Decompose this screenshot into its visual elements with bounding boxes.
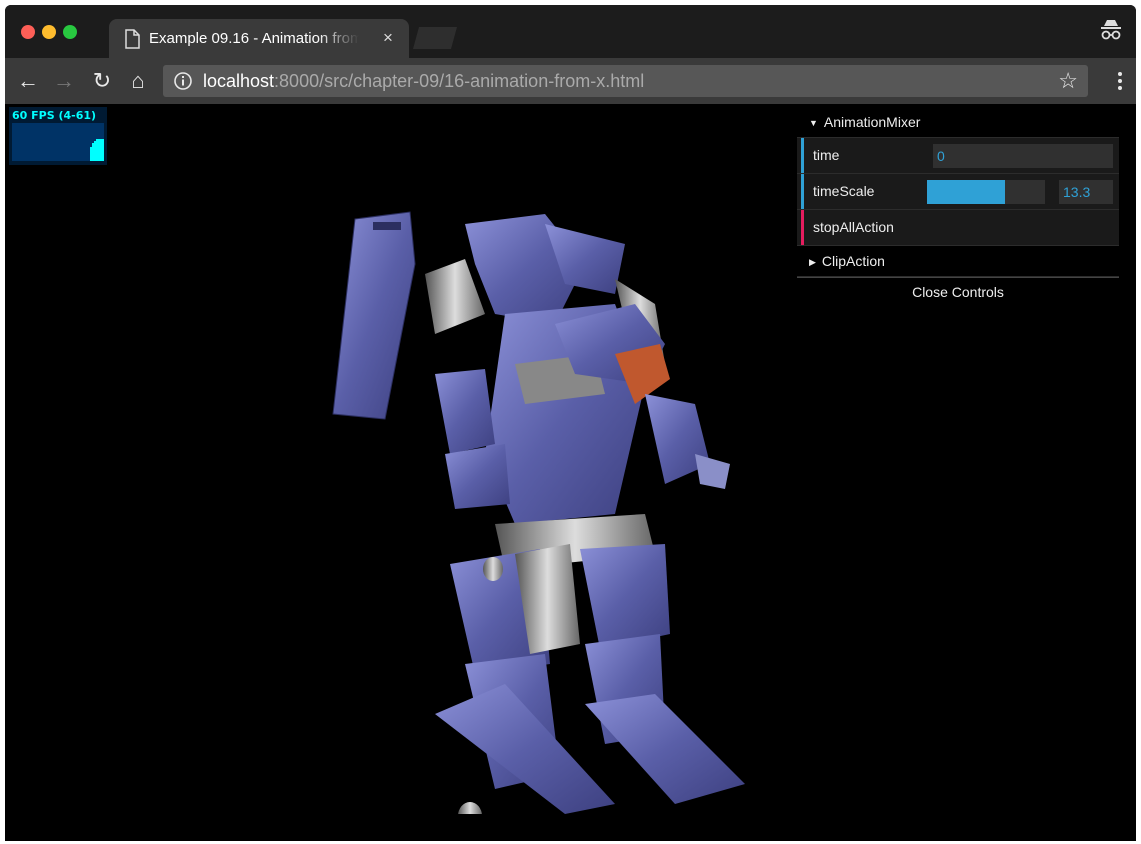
browser-toolbar: ← → ↻ ⌂ localhost:8000/src/chapter-09/16… [5,58,1136,104]
number-stripe [801,174,804,209]
webgl-canvas[interactable]: 60 FPS (4-61) ▼ AnimationMixer time 0 ti… [5,104,1136,841]
folder-clipaction[interactable]: ▶ ClipAction [797,246,1119,277]
bookmark-star-icon[interactable]: ☆ [1058,68,1078,94]
url-path: :8000/src/chapter-09/16-animation-from-x… [274,71,645,91]
timescale-slider-fill [927,180,1005,204]
minimize-window-button[interactable] [42,25,56,39]
caret-right-icon: ▶ [809,257,816,268]
close-window-button[interactable] [21,25,35,39]
document-icon [125,29,140,49]
function-stripe [801,210,804,245]
control-time-label: time [813,147,840,163]
control-stopallaction[interactable]: stopAllAction [797,210,1119,246]
number-stripe [801,138,804,173]
tab-active[interactable]: Example 09.16 - Animation from X × [109,19,409,58]
reload-icon[interactable]: ↻ [89,68,115,94]
close-controls-button[interactable]: Close Controls [797,277,1119,306]
caret-down-icon: ▼ [809,118,818,129]
folder-animationmixer-label: AnimationMixer [823,114,921,130]
dat-gui-panel: ▼ AnimationMixer time 0 timeScale 13.3 st… [797,107,1119,306]
tab-title: Example 09.16 - Animation from X [149,30,359,47]
time-input[interactable]: 0 [933,144,1113,168]
control-stopallaction-label: stopAllAction [813,219,894,235]
more-menu-icon[interactable] [1118,70,1122,92]
tab-strip: Example 09.16 - Animation from X × [5,5,1136,58]
new-tab-button[interactable] [413,27,457,49]
fps-stats-panel[interactable]: 60 FPS (4-61) [9,107,107,165]
url-text: localhost:8000/src/chapter-09/16-animati… [203,71,644,92]
browser-window: Example 09.16 - Animation from X × ← → ↻… [5,5,1136,841]
fps-label: 60 FPS (4-61) [12,109,97,122]
control-time: time 0 [797,138,1119,174]
folder-animationmixer[interactable]: ▼ AnimationMixer [797,107,1119,138]
forward-arrow-icon[interactable]: → [51,68,77,94]
address-bar[interactable]: localhost:8000/src/chapter-09/16-animati… [163,65,1088,97]
info-icon[interactable] [173,71,193,91]
fps-graph [12,123,104,161]
control-timescale-label: timeScale [813,183,875,199]
back-arrow-icon[interactable]: ← [15,68,41,94]
fps-bar [102,139,104,161]
timescale-slider[interactable] [927,180,1045,204]
maximize-window-button[interactable] [63,25,77,39]
home-icon[interactable]: ⌂ [125,68,151,94]
incognito-icon [1101,20,1121,40]
url-host: localhost [203,71,275,91]
robot-model [332,211,745,814]
folder-clipaction-label: ClipAction [821,253,885,269]
close-tab-icon[interactable]: × [383,28,393,48]
control-timescale: timeScale 13.3 [797,174,1119,210]
timescale-input[interactable]: 13.3 [1059,180,1113,204]
